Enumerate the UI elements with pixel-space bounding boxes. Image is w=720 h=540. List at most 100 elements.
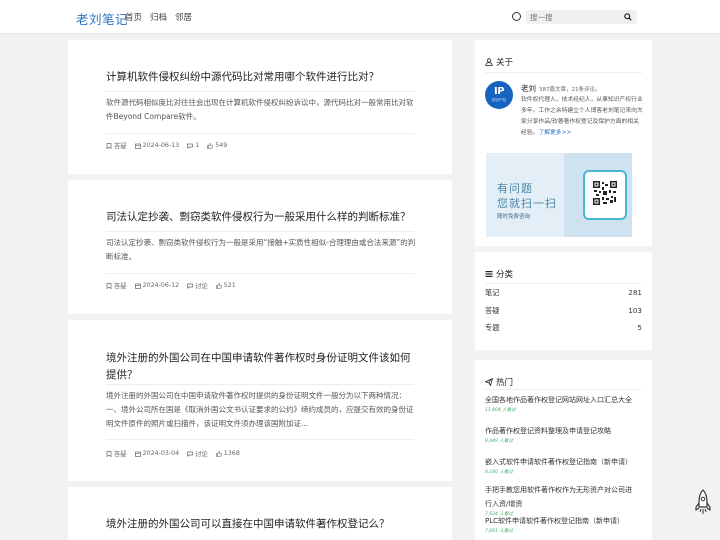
post-likes[interactable]: 521 (215, 282, 236, 289)
category-count: 103 (628, 306, 642, 315)
category-count: 281 (628, 288, 642, 297)
category-count: 5 (637, 323, 642, 332)
rocket-icon[interactable] (694, 489, 712, 515)
post-title[interactable]: 境外注册的外国公司在中国申请软件著作权时身份证明文件该如何提供？ (106, 350, 416, 384)
hot-post-views: 11,804 人看过 (485, 408, 516, 413)
search-icon[interactable] (624, 13, 632, 21)
post-category[interactable]: 答疑 (106, 281, 127, 290)
post-date: 2024-06-13 (134, 142, 180, 149)
post-excerpt: 司法认定抄袭、剽窃类软件侵权行为一般是采用“接触+实质性相似-合理理由或合法来源… (106, 238, 416, 261)
hot-post-title: PLC软件申请软件著作权登记指南（新申请） (485, 517, 625, 525)
post-date: 2024-06-12 (134, 282, 180, 289)
avatar: IP 知识产权 (485, 81, 513, 109)
paper-plane-icon (485, 378, 493, 386)
category-name: 专题 (485, 323, 500, 332)
comment-icon (187, 143, 194, 149)
nav-home[interactable]: 首页 (125, 11, 142, 23)
date-label: 2024-06-12 (142, 282, 180, 289)
post-title[interactable]: 计算机软件侵权纠纷中源代码比对常用哪个软件进行比对？ (106, 69, 426, 86)
search-input[interactable] (530, 10, 620, 24)
hot-post-item[interactable]: 全国各地作品著作权登记网站网址入口汇总大全 11,804 人看过 (485, 393, 637, 415)
post-card: 司法认定抄袭、剽窃类软件侵权行为一般采用什么样的判断标准？ 司法认定抄袭、剽窃类… (68, 180, 452, 314)
calendar-icon (134, 283, 141, 289)
site-header: 老刘笔记 首页 归档 邻居 (0, 0, 720, 34)
about-widget: 关于 IP 知识产权 老刘 387篇文章，21条评论。 软件权代理人，技术经纪人… (475, 40, 652, 246)
post-divider (106, 133, 414, 134)
site-logo[interactable]: 老刘笔记 (76, 9, 128, 28)
category-item[interactable]: 专题 5 (485, 323, 642, 333)
date-label: 2024-03-04 (142, 450, 180, 457)
likes-label: 549 (215, 142, 228, 149)
hot-post-item[interactable]: PLC软件申请软件著作权登记指南（新申请） 7,691 人看过 (485, 514, 637, 536)
post-title[interactable]: 司法认定抄袭、剽窃类软件侵权行为一般采用什么样的判断标准？ (106, 209, 426, 226)
hot-post-title: 手把手教您用软件著作权作为无形资产对公司进行入资/增资 (485, 486, 632, 508)
hot-post-views: 8,180 人看过 (485, 470, 513, 475)
post-likes[interactable]: 1368 (215, 450, 240, 457)
comments-label: 1 (195, 142, 200, 149)
categories-divider (485, 283, 642, 284)
hot-post-title: 全国各地作品著作权登记网站网址入口汇总大全 (485, 396, 632, 404)
banner-line3: 随时免费咨询 (497, 214, 531, 220)
qr-consult-banner[interactable]: 有问题 您就扫一扫 随时免费咨询 (486, 153, 632, 237)
post-category[interactable]: 答疑 (106, 141, 127, 150)
post-divider (106, 273, 414, 274)
categories-widget: 分类 笔记 281 答疑 103 专题 5 (475, 252, 652, 350)
post-title[interactable]: 境外注册的外国公司可以直接在中国申请软件著作权登记么？ (106, 516, 426, 533)
hot-posts-widget: 热门 全国各地作品著作权登记网站网址入口汇总大全 11,804 人看过 作品著作… (475, 360, 652, 540)
qr-code-icon (593, 181, 617, 205)
main-nav: 首页 归档 邻居 (125, 11, 192, 23)
nav-archive[interactable]: 归档 (150, 11, 167, 23)
post-comments[interactable]: 讨论 (187, 449, 208, 458)
post-divider (106, 231, 414, 232)
post-divider (106, 439, 414, 440)
comments-label: 讨论 (195, 451, 208, 458)
bookmark-icon (106, 450, 112, 457)
category-name: 笔记 (485, 288, 500, 297)
post-divider (106, 384, 414, 385)
thumbs-up-icon (215, 282, 222, 289)
hot-post-item[interactable]: 嵌入式软件申请软件著作权登记指南（新申请） 8,180 人看过 (485, 455, 637, 477)
post-category[interactable]: 答疑 (106, 449, 127, 458)
phone-frame (583, 170, 627, 220)
hot-post-views: 8,449 人看过 (485, 439, 513, 444)
theme-toggle-icon[interactable] (512, 12, 521, 21)
search-box (526, 10, 637, 24)
avatar-logo-text: IP (493, 86, 505, 97)
post-excerpt: 软件源代码相似度比对往往会出现在计算机软件侵权纠纷诉讼中，源代码比对一般常用比对… (106, 98, 414, 121)
read-more-link[interactable]: 了解更多>> (538, 130, 571, 136)
calendar-icon (134, 143, 141, 149)
hot-post-item[interactable]: 作品著作权登记资料整理及申请登记攻略 8,449 人看过 (485, 424, 637, 446)
comment-icon (187, 283, 194, 289)
about-title: 关于 (485, 56, 513, 68)
category-label: 答疑 (114, 451, 127, 458)
date-label: 2024-06-13 (142, 142, 180, 149)
hot-divider (485, 389, 642, 390)
post-card: 境外注册的外国公司可以直接在中国申请软件著作权登记么？ (68, 487, 452, 540)
calendar-icon (134, 451, 141, 457)
likes-label: 1368 (223, 450, 240, 457)
post-meta: 答疑 2024-06-12 讨论 521 (106, 281, 236, 290)
comment-icon (187, 451, 194, 457)
post-divider (106, 91, 414, 92)
hot-title-label: 热门 (496, 378, 514, 388)
thumbs-up-icon (207, 142, 214, 149)
post-excerpt: 境外注册的外国公司在中国申请软件著作权时提供的身份证明文件一般分为以下两种情况：… (106, 391, 414, 428)
about-divider (485, 72, 642, 73)
category-item[interactable]: 笔记 281 (485, 288, 642, 298)
list-icon (485, 271, 493, 277)
banner-line2: 您就扫一扫 (497, 197, 557, 210)
author-stats: 387篇文章，21条评论。 (539, 87, 601, 93)
bookmark-icon (106, 142, 112, 149)
category-item[interactable]: 答疑 103 (485, 306, 642, 316)
likes-label: 521 (223, 282, 236, 289)
comments-label: 讨论 (195, 283, 208, 290)
post-comments[interactable]: 1 (187, 142, 199, 149)
category-label: 答疑 (114, 283, 127, 290)
hot-post-title: 作品著作权登记资料整理及申请登记攻略 (485, 427, 611, 435)
banner-line1: 有问题 (497, 182, 533, 195)
post-comments[interactable]: 讨论 (187, 281, 208, 290)
hot-post-views: 7,691 人看过 (485, 529, 513, 534)
post-likes[interactable]: 549 (207, 142, 227, 149)
nav-neighbors[interactable]: 邻居 (175, 11, 192, 23)
bookmark-icon (106, 282, 112, 289)
